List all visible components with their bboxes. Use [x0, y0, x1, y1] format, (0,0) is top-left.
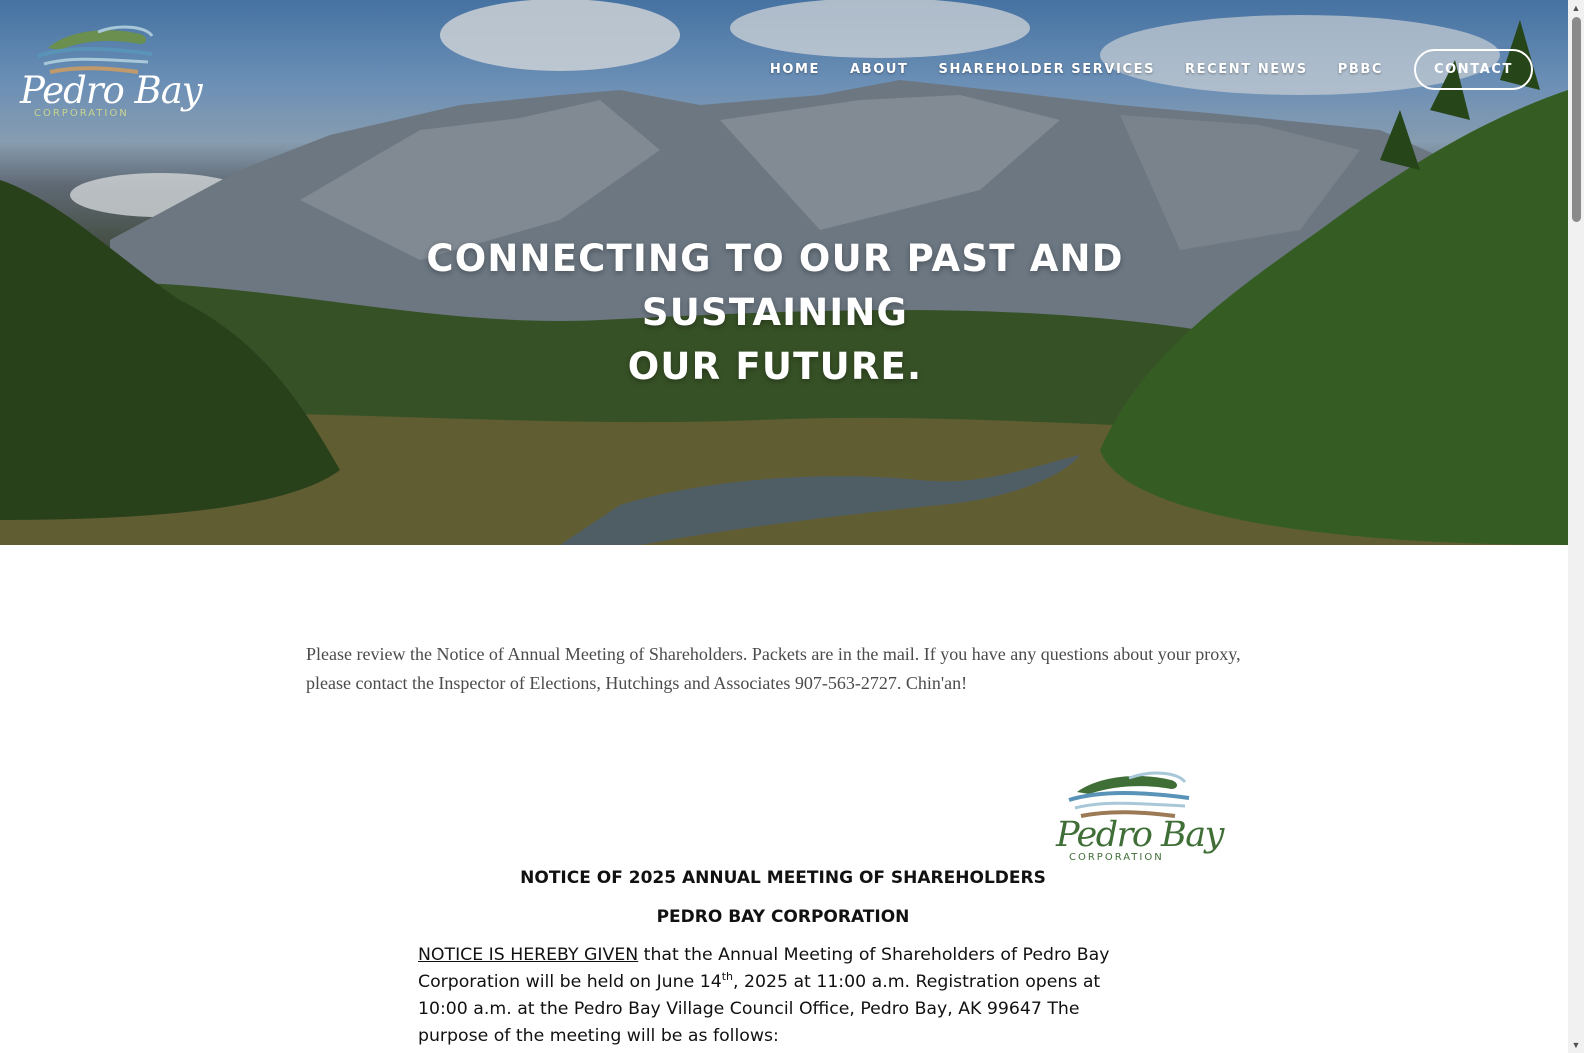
notice-body-superscript: th [721, 970, 733, 984]
notice-body: NOTICE IS HEREBY GIVEN that the Annual M… [418, 942, 1148, 1050]
hero-title-line-2: OUR FUTURE. [627, 345, 923, 388]
page-scrollbar[interactable]: ▲ ▼ [1568, 0, 1584, 1053]
contact-button[interactable]: CONTACT [1414, 49, 1533, 90]
notice-logo-subtitle: CORPORATION [1069, 852, 1164, 863]
logo-subtitle: CORPORATION [34, 108, 129, 119]
nav-pbbc[interactable]: PBBC [1338, 62, 1383, 77]
scroll-up-arrow-icon[interactable]: ▲ [1568, 0, 1584, 16]
hero-banner: Pedro Bay CORPORATION HOME ABOUT SHAREHO… [0, 0, 1568, 545]
hero-title-line-1: CONNECTING TO OUR PAST AND SUSTAINING [426, 237, 1124, 334]
scroll-down-arrow-icon[interactable]: ▼ [1568, 1037, 1584, 1053]
logo-wordmark: Pedro Bay [20, 69, 203, 112]
notice-logo: Pedro Bay CORPORATION [1049, 760, 1224, 885]
scroll-thumb[interactable] [1572, 17, 1581, 222]
nav-recent-news[interactable]: RECENT NEWS [1185, 62, 1308, 77]
notice-logo-wordmark: Pedro Bay [1056, 815, 1224, 855]
main-nav: HOME ABOUT SHAREHOLDER SERVICES RECENT N… [740, 49, 1533, 90]
nav-shareholder-services[interactable]: SHAREHOLDER SERVICES [938, 62, 1155, 77]
hero-title: CONNECTING TO OUR PAST AND SUSTAINING OU… [330, 232, 1220, 394]
intro-paragraph: Please review the Notice of Annual Meeti… [306, 644, 1241, 693]
notice-subheading: PEDRO BAY CORPORATION [656, 907, 910, 927]
notice-lead: NOTICE IS HEREBY GIVEN [418, 945, 639, 965]
nav-about[interactable]: ABOUT [850, 62, 908, 77]
notice-heading: NOTICE OF 2025 ANNUAL MEETING OF SHAREHO… [520, 868, 1046, 888]
site-logo[interactable]: Pedro Bay CORPORATION [18, 20, 203, 120]
nav-home[interactable]: HOME [770, 62, 820, 77]
